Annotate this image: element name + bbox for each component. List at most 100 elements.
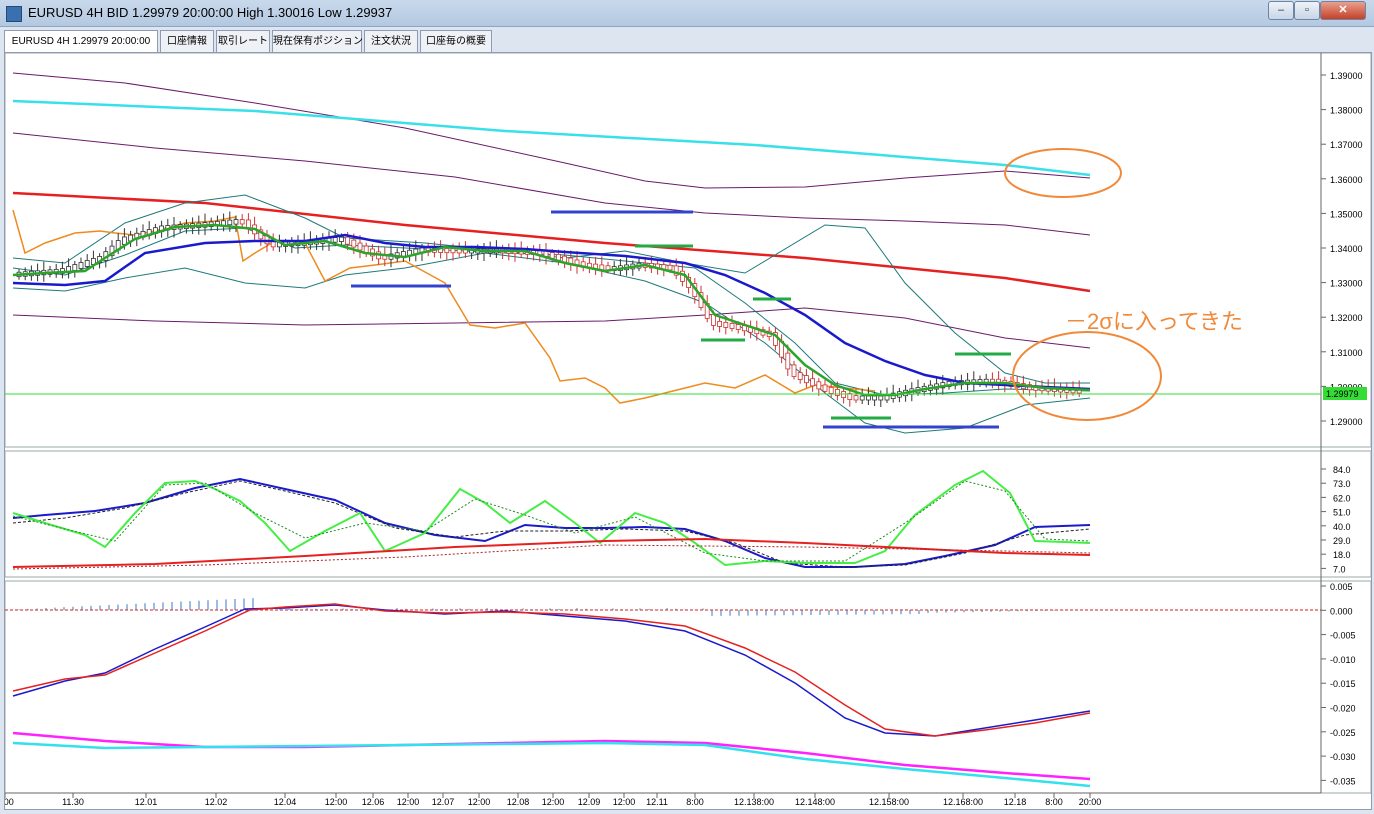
- window-titlebar: EURUSD 4H BID 1.29979 20:00:00 High 1.30…: [0, 0, 1374, 27]
- time-tick-label: 12.01: [135, 797, 158, 807]
- app-icon: [6, 6, 22, 22]
- stoch-tick-label: 29.0: [1333, 536, 1351, 546]
- time-tick-label: 12:00: [325, 797, 348, 807]
- tab-account-info[interactable]: 口座情報: [160, 30, 214, 52]
- macd-tick-label: -0.030: [1330, 752, 1356, 762]
- time-tick-label: 12:00: [542, 797, 565, 807]
- candle-body: [351, 239, 357, 248]
- time-tick-label: 12.168:00: [943, 797, 983, 807]
- candle-body: [239, 219, 245, 225]
- macd-tick-label: -0.005: [1330, 631, 1356, 641]
- candle-body: [735, 324, 741, 330]
- candle-body: [816, 381, 822, 390]
- macd-tick-label: 0.005: [1330, 582, 1353, 592]
- price-tick-label: 1.34000: [1330, 244, 1363, 254]
- time-tick-label: 11.30: [62, 797, 84, 807]
- candle-body: [872, 395, 877, 401]
- time-tick-label: 8:00: [686, 797, 704, 807]
- time-tick-label: 12.08: [507, 797, 530, 807]
- price-chart-svg[interactable]: 1.39000 1.38000 1.37000 1.36000 1.35000 1.340…: [0, 52, 1372, 809]
- macd-panel: [4, 580, 1372, 794]
- candle-body: [729, 323, 735, 329]
- price-tick-label: 1.29000: [1330, 417, 1363, 427]
- candle-body: [785, 352, 791, 370]
- price-tick-label: 1.31000: [1330, 348, 1363, 358]
- time-tick-label: 12.18: [1004, 797, 1027, 807]
- candle-body: [667, 264, 673, 271]
- candle-body: [804, 375, 809, 384]
- stoch-tick-label: 73.0: [1333, 479, 1351, 489]
- window-title: EURUSD 4H BID 1.29979 20:00:00 High 1.30…: [28, 5, 393, 20]
- price-tick-label: 1.39000: [1330, 71, 1363, 81]
- price-tick-label: 1.33000: [1330, 279, 1363, 289]
- candle-body: [822, 384, 828, 392]
- stoch-tick-label: 51.0: [1333, 508, 1351, 518]
- time-tick-label: 4:00: [5, 797, 14, 807]
- candle-body: [345, 236, 351, 245]
- time-tick-label: 12.09: [578, 797, 601, 807]
- time-tick-label: 12.06: [362, 797, 385, 807]
- stoch-tick-label: 62.0: [1333, 493, 1351, 503]
- time-tick-label: 12.148:00: [795, 797, 835, 807]
- time-tick-label: 12.138:00: [734, 797, 774, 807]
- tab-orders[interactable]: 注文状況: [364, 30, 418, 52]
- macd-tick-label: -0.015: [1330, 679, 1356, 689]
- chart-area[interactable]: 1.39000 1.38000 1.37000 1.36000 1.35000 1.340…: [0, 52, 1372, 810]
- macd-tick-label: -0.025: [1330, 728, 1356, 738]
- candle-body: [450, 248, 456, 254]
- price-tick-label: 1.38000: [1330, 106, 1363, 116]
- candle-body: [797, 372, 803, 380]
- time-tick-label: 8:00: [1045, 797, 1063, 807]
- candle-body: [357, 242, 363, 251]
- stoch-tick-label: 40.0: [1333, 522, 1351, 532]
- macd-tick-label: -0.035: [1330, 776, 1356, 786]
- time-tick-label: 12:00: [613, 797, 636, 807]
- tab-trade-rates[interactable]: 取引レート: [216, 30, 270, 52]
- candle-body: [878, 395, 884, 401]
- price-tick-label: 1.32000: [1330, 313, 1363, 323]
- macd-tick-label: -0.010: [1330, 655, 1356, 665]
- candle-body: [72, 264, 78, 271]
- candle-body: [78, 262, 84, 269]
- stoch-tick-label: 7.0: [1333, 564, 1346, 574]
- time-tick-label: 12.04: [274, 797, 297, 807]
- candle-body: [791, 364, 797, 377]
- time-tick-label: 12.11: [646, 797, 668, 807]
- stoch-tick-label: 84.0: [1333, 465, 1351, 475]
- tab-eurusd-chart[interactable]: EURUSD 4H 1.29979 20:00:00: [4, 30, 158, 53]
- candle-body: [717, 320, 722, 327]
- annotation-text: －2σに入ってきた: [1065, 309, 1243, 334]
- time-tick-label: 12.07: [432, 797, 455, 807]
- close-button[interactable]: ✕: [1320, 1, 1366, 20]
- price-tick-label: 1.36000: [1330, 175, 1363, 185]
- candle-body: [233, 219, 239, 225]
- candle-body: [859, 395, 865, 401]
- candle-body: [828, 386, 834, 394]
- candle-body: [723, 322, 729, 328]
- time-tick-label: 12.158:00: [869, 797, 909, 807]
- candle-body: [810, 378, 815, 387]
- candle-body: [835, 388, 840, 396]
- candle-body: [84, 260, 90, 267]
- time-tick-label: 12.02: [205, 797, 228, 807]
- candle-body: [332, 237, 338, 243]
- minimize-button[interactable]: ‒: [1268, 1, 1294, 20]
- stoch-tick-label: 18.0: [1333, 550, 1351, 560]
- macd-tick-label: 0.000: [1330, 606, 1353, 616]
- candle-body: [444, 248, 450, 254]
- tab-open-positions[interactable]: 現在保有ポジション: [272, 30, 363, 52]
- time-tick-label: 12:00: [397, 797, 420, 807]
- time-tick-label: 20:00: [1079, 797, 1102, 807]
- candle-body: [338, 236, 344, 242]
- time-tick-label: 12:00: [468, 797, 491, 807]
- candle-body: [866, 395, 871, 401]
- candle-body: [227, 219, 233, 226]
- tab-account-summary[interactable]: 口座毎の概要: [420, 30, 492, 52]
- macd-tick-label: -0.020: [1330, 704, 1356, 714]
- stochastic-panel: [4, 450, 1372, 578]
- candle-body: [853, 395, 859, 401]
- price-tick-label: 1.35000: [1330, 209, 1363, 219]
- current-price-label: 1.29979: [1326, 389, 1359, 399]
- price-tick-label: 1.37000: [1330, 140, 1363, 150]
- maximize-button[interactable]: ▫: [1294, 1, 1320, 20]
